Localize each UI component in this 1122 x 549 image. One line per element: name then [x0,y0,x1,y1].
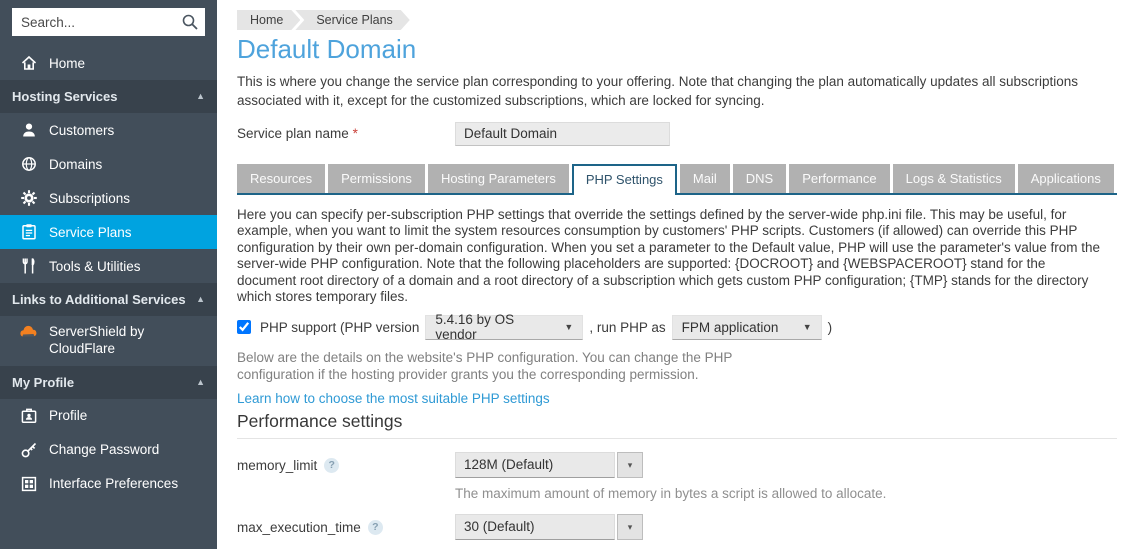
service-plan-name-label: Service plan name * [237,126,455,141]
memory-limit-row: memory_limit ? 128M (Default) ▾ The maxi… [237,452,1117,501]
tab-permissions[interactable]: Permissions [328,164,425,193]
memory-limit-help-text: The maximum amount of memory in bytes a … [455,486,886,501]
user-icon [20,121,38,139]
php-handler-value: FPM application [682,320,779,335]
max-execution-time-row: max_execution_time ? 30 (Default) ▾ The … [237,514,1117,549]
globe-icon [20,155,38,173]
sidebar-item-change-password[interactable]: Change Password [0,433,217,467]
section-label: Hosting Services [12,89,118,104]
sidebar: Home Hosting Services ▲ Customers Domain… [0,0,217,549]
search-icon[interactable] [181,13,199,31]
tab-applications[interactable]: Applications [1018,164,1114,193]
search-input[interactable] [12,8,205,36]
tab-logs-statistics[interactable]: Logs & Statistics [893,164,1015,193]
max-execution-time-control: 30 (Default) ▾ The maximum time in secon… [455,514,924,549]
sidebar-item-label: Home [49,56,85,71]
php-version-value: 5.4.16 by OS vendor [435,312,556,342]
memory-limit-label: memory_limit ? [237,452,455,478]
sidebar-item-label: Tools & Utilities [49,259,141,274]
home-icon [20,54,38,72]
section-label: My Profile [12,375,74,390]
sidebar-item-customers[interactable]: Customers [0,113,217,147]
sidebar-item-domains[interactable]: Domains [0,147,217,181]
search-box [12,8,205,36]
breadcrumb-home[interactable]: Home [237,10,300,30]
memory-limit-select[interactable]: 128M (Default) ▾ [455,452,643,478]
key-icon [20,441,38,459]
service-plan-name-row: Service plan name * [237,122,1117,146]
sidebar-item-label: Domains [49,157,102,172]
sidebar-item-subscriptions[interactable]: Subscriptions [0,181,217,215]
gear-icon [20,189,38,207]
id-card-icon [20,407,38,425]
sidebar-section-hosting-services[interactable]: Hosting Services ▲ [0,80,217,113]
tab-bar: Resources Permissions Hosting Parameters… [237,164,1117,195]
utensils-icon [20,257,38,275]
php-settings-help-link[interactable]: Learn how to choose the most suitable PH… [237,391,550,406]
performance-settings-heading: Performance settings [237,412,1117,439]
php-settings-intro: Here you can specify per-subscription PH… [237,207,1107,306]
breadcrumb: Home Service Plans [237,10,1117,30]
sidebar-item-label: Subscriptions [49,191,130,206]
breadcrumb-service-plans[interactable]: Service Plans [295,10,409,30]
max-execution-time-label: max_execution_time ? [237,514,455,540]
sidebar-item-profile[interactable]: Profile [0,399,217,433]
php-support-row: PHP support (PHP version 5.4.16 by OS ve… [237,315,1117,340]
sidebar-item-label: Customers [49,123,114,138]
setting-name: max_execution_time [237,520,361,535]
dropdown-arrow-icon[interactable]: ▾ [617,514,643,540]
help-icon[interactable]: ? [324,458,339,473]
page-title: Default Domain [237,36,1117,63]
sidebar-item-interface-preferences[interactable]: Interface Preferences [0,467,217,501]
max-execution-time-value[interactable]: 30 (Default) [455,514,615,540]
memory-limit-control: 128M (Default) ▾ The maximum amount of m… [455,452,886,501]
sidebar-item-label: Service Plans [49,225,132,240]
grid-icon [20,475,38,493]
cloudflare-icon [20,324,38,342]
tab-hosting-parameters[interactable]: Hosting Parameters [428,164,569,193]
service-plan-name-input[interactable] [455,122,670,146]
app-window: Home Hosting Services ▲ Customers Domain… [0,0,1122,549]
tab-resources[interactable]: Resources [237,164,325,193]
clipboard-icon [20,223,38,241]
dropdown-arrow-icon: ▼ [803,322,812,332]
memory-limit-value[interactable]: 128M (Default) [455,452,615,478]
sidebar-item-servershield[interactable]: ServerShield by CloudFlare [0,316,217,366]
php-details-note: Below are the details on the website's P… [237,349,785,384]
page-description: This is where you change the service pla… [237,73,1109,109]
sidebar-item-label: Interface Preferences [49,476,178,491]
dropdown-arrow-icon: ▼ [564,322,573,332]
sidebar-item-service-plans[interactable]: Service Plans [0,215,217,249]
tab-mail[interactable]: Mail [680,164,730,193]
sidebar-section-additional-services[interactable]: Links to Additional Services ▲ [0,283,217,316]
sidebar-item-tools-utilities[interactable]: Tools & Utilities [0,249,217,283]
php-version-select[interactable]: 5.4.16 by OS vendor ▼ [425,315,583,340]
collapse-caret-icon: ▲ [196,295,205,304]
tab-performance[interactable]: Performance [789,164,889,193]
run-php-as-label: , run PHP as [589,320,665,335]
tab-php-settings[interactable]: PHP Settings [572,164,677,195]
php-handler-select[interactable]: FPM application ▼ [672,315,822,340]
dropdown-arrow-icon[interactable]: ▾ [617,452,643,478]
php-support-label: PHP support (PHP version [260,320,419,335]
sidebar-item-home[interactable]: Home [0,46,217,80]
help-icon[interactable]: ? [368,520,383,535]
php-support-checkbox[interactable] [237,320,251,334]
main-content: Home Service Plans Default Domain This i… [217,0,1122,549]
required-asterisk: * [353,126,358,141]
sidebar-section-my-profile[interactable]: My Profile ▲ [0,366,217,399]
tab-dns[interactable]: DNS [733,164,786,193]
label-text: Service plan name [237,126,349,141]
sidebar-item-label: Change Password [49,442,159,457]
max-execution-time-select[interactable]: 30 (Default) ▾ [455,514,643,540]
sidebar-item-label: ServerShield by CloudFlare [49,324,199,358]
sidebar-item-label: Profile [49,408,87,423]
collapse-caret-icon: ▲ [196,92,205,101]
section-label: Links to Additional Services [12,292,186,307]
collapse-caret-icon: ▲ [196,378,205,387]
closing-paren: ) [828,320,833,335]
setting-name: memory_limit [237,458,317,473]
